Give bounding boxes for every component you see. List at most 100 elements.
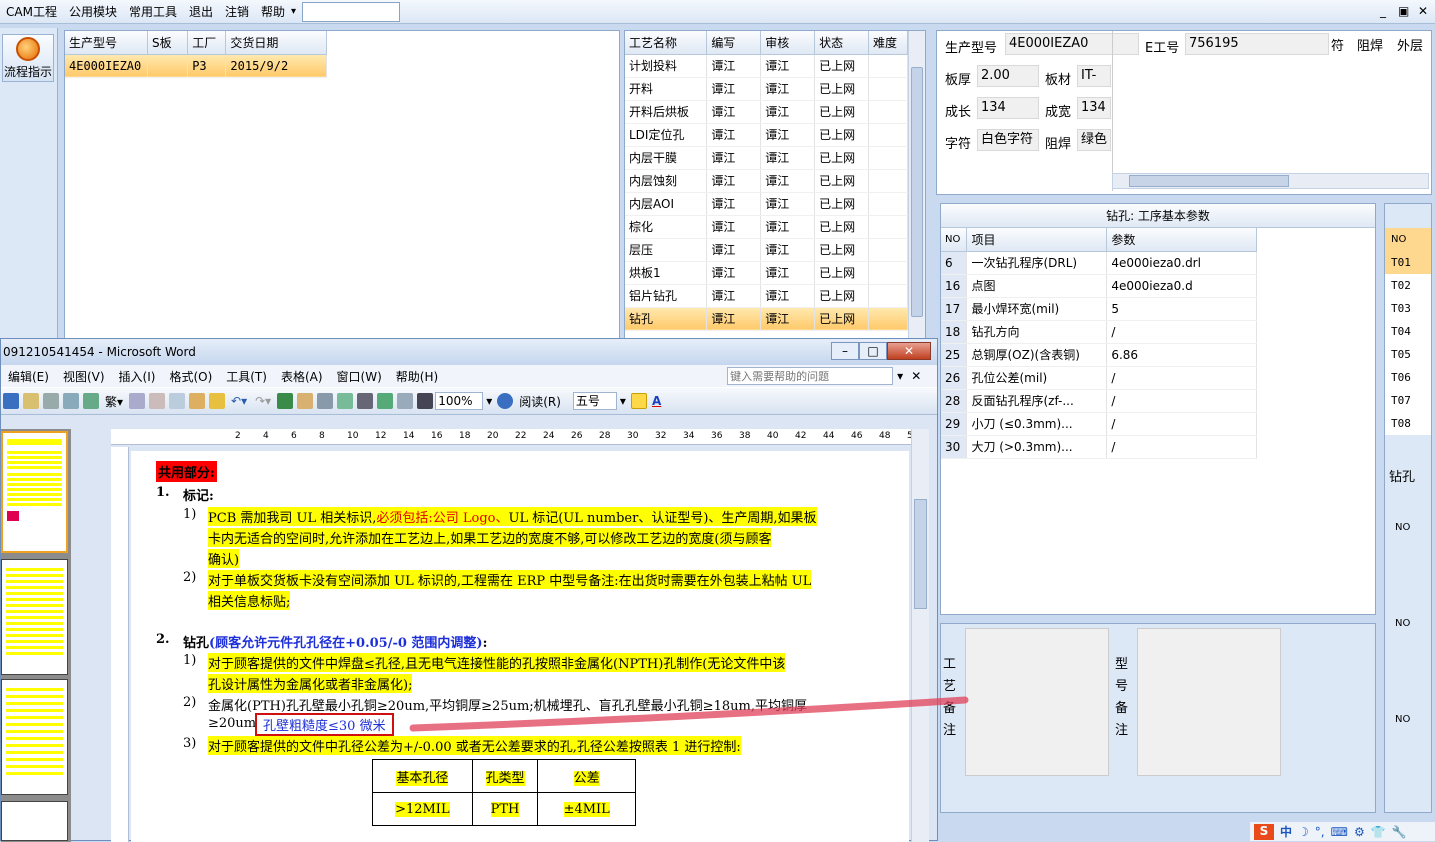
tool-item[interactable]: T02 [1385,274,1431,297]
sogou-icon[interactable]: S [1254,823,1274,840]
word-menu-window[interactable]: 窗口(W) [330,368,389,385]
chinese-mode-icon[interactable]: 中 [1280,823,1292,840]
print-icon[interactable] [43,393,59,409]
help-icon[interactable] [497,393,514,409]
document-page[interactable]: 共用部分: 1. 标记: 1) PCB 需加我司 UL 相关标识,必须包括:公司… [131,451,909,842]
format-painter-icon[interactable] [209,393,226,409]
tool-item[interactable]: T07 [1385,389,1431,412]
show-hide-icon[interactable] [417,393,434,409]
word-menu-insert[interactable]: 插入(I) [112,368,163,385]
tables-borders-icon[interactable] [297,393,314,409]
col-status[interactable]: 状态 [814,31,869,55]
insert-table-icon[interactable] [317,393,334,409]
save-icon[interactable] [3,393,19,409]
restore-icon[interactable]: ▣ [1398,4,1409,18]
table-row[interactable]: 17 最小焊环宽(mil) 5 [941,297,1257,321]
table-row[interactable]: 18 钻孔方向 / [941,320,1257,344]
menu-exit[interactable]: 退出 [183,0,219,24]
read-button[interactable]: 阅读(R) [515,393,565,410]
tool-icon[interactable]: 🔧 [1392,825,1407,839]
tool-item[interactable]: T08 [1385,412,1431,435]
table-row[interactable]: 6 一次钻孔程序(DRL) 4e000ieza0.drl [941,251,1257,275]
tool-item[interactable]: T01 [1385,251,1431,274]
table-row[interactable]: 烘板1 谭江 谭江 已上网 [625,261,908,285]
table-row[interactable]: 钻孔 谭江 谭江 已上网 [625,307,908,331]
font-size-select[interactable]: 五号 [572,392,617,410]
scroll-thumb[interactable] [911,67,923,317]
close-icon[interactable]: ✕ [907,369,925,383]
word-restore-button[interactable]: □ [859,342,887,360]
chevron-down-icon[interactable]: ▾ [291,6,296,17]
table-row[interactable]: 层压 谭江 谭江 已上网 [625,238,908,262]
table-row[interactable]: 28 反面钻孔程序(zf-... / [941,389,1257,413]
col-no[interactable]: NO [941,228,968,252]
table-row[interactable]: 开料后烘板 谭江 谭江 已上网 [625,100,908,124]
word-minimize-button[interactable]: – [831,342,859,360]
word-menu-view[interactable]: 视图(V) [56,368,112,385]
settings-icon[interactable]: ⚙ [1354,825,1365,839]
word-menu-tools[interactable]: 工具(T) [219,368,274,385]
highlight-icon[interactable] [630,393,647,409]
process-note-field[interactable] [965,628,1109,776]
moon-icon[interactable]: ☽ [1298,825,1309,839]
col-reviewer[interactable]: 审核 [760,31,816,55]
drawing-icon[interactable] [377,393,394,409]
zoom-select[interactable]: 100% [435,392,484,410]
eno-field[interactable]: 756195 [1185,33,1329,55]
info-hscrollbar[interactable] [1112,173,1429,189]
len-field[interactable]: 134 [977,97,1039,119]
page-thumbnail[interactable] [1,801,68,841]
chevron-down-icon[interactable]: ▾ [483,394,495,408]
page-thumbnail[interactable] [1,431,68,553]
table-row[interactable]: 铝片钻孔 谭江 谭江 已上网 [625,284,908,308]
menu-logout[interactable]: 注销 [219,0,255,24]
table-row[interactable]: 开料 谭江 谭江 已上网 [625,77,908,101]
word-vscrollbar[interactable] [911,429,929,842]
paste-icon[interactable] [189,393,206,409]
flow-button[interactable]: 流程指示 [2,34,54,82]
col-process[interactable]: 工艺名称 [625,31,708,55]
copy-icon[interactable] [169,393,186,409]
col-date[interactable]: 交货日期 [225,31,327,55]
scroll-thumb[interactable] [914,499,927,609]
tool-item[interactable]: T06 [1385,366,1431,389]
chevron-down-icon[interactable]: ▾ [617,394,629,408]
font-color-icon[interactable]: A [649,394,664,408]
permission-icon[interactable] [23,393,39,409]
document-map-icon[interactable] [397,393,414,409]
scroll-thumb[interactable] [1129,175,1289,187]
vertical-ruler[interactable] [111,447,129,842]
table-row[interactable]: 内层干膜 谭江 谭江 已上网 [625,146,908,170]
horizontal-ruler[interactable]: 2 4 6 8 10 12 14 16 18 20 22 24 26 28 30 32 34 36 38 40 42 44… [111,429,918,445]
research-icon[interactable] [129,393,146,409]
minimize-icon[interactable]: _ [1380,4,1386,18]
menu-common-module[interactable]: 公用模块 [63,0,123,24]
table-row[interactable]: 16 点图 4e000ieza0.d [941,274,1257,298]
hyperlink-icon[interactable] [277,393,294,409]
process-scrollbar[interactable] [908,31,925,347]
close-icon[interactable]: ✕ [1418,4,1428,18]
tool-item[interactable]: T03 [1385,297,1431,320]
table-row[interactable]: LDI定位孔 谭江 谭江 已上网 [625,123,908,147]
col-writer[interactable]: 编写 [706,31,762,55]
page-thumbnail[interactable] [1,679,68,795]
col-difficulty[interactable]: 难度 [868,31,908,55]
table-row[interactable]: 25 总铜厚(OZ)(含表铜) 6.86 [941,343,1257,367]
page-thumbnail[interactable] [1,559,68,675]
tool-item[interactable]: T04 [1385,320,1431,343]
word-menu-format[interactable]: 格式(O) [162,368,219,385]
columns-icon[interactable] [357,393,374,409]
table-row[interactable]: 内层AOI 谭江 谭江 已上网 [625,192,908,216]
col-factory[interactable]: 工厂 [187,31,227,55]
word-menu-help[interactable]: 帮助(H) [389,368,445,385]
toolbar-combo[interactable] [302,1,401,22]
table-row[interactable]: 26 孔位公差(mil) / [941,366,1257,390]
thick-field[interactable]: 2.00 [977,65,1039,87]
redo-icon[interactable]: ↷▾ [251,394,275,408]
undo-icon[interactable]: ↶▾ [227,394,251,408]
word-menu-table[interactable]: 表格(A) [274,368,330,385]
spell-icon[interactable] [83,393,99,409]
traditional-chinese-button[interactable]: 繁▾ [101,393,127,410]
table-row[interactable]: 内层蚀刻 谭江 谭江 已上网 [625,169,908,193]
keyboard-icon[interactable]: ⌨ [1331,825,1348,839]
